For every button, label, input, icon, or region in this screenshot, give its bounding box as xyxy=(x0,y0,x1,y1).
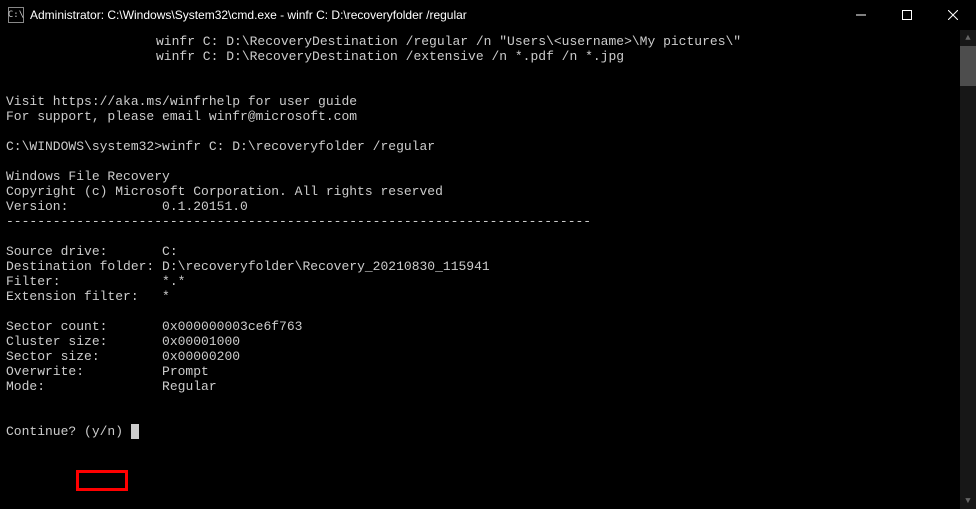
example-line: winfr C: D:\RecoveryDestination /regular… xyxy=(6,34,976,49)
filter-line: Filter: *.* xyxy=(6,274,976,289)
cluster-size-value: 0x00001000 xyxy=(162,334,240,349)
help-line: For support, please email winfr@microsof… xyxy=(6,109,976,124)
blank-line xyxy=(6,394,976,409)
minimize-button[interactable] xyxy=(838,0,884,30)
continue-prompt: Continue? xyxy=(6,424,76,439)
vertical-scrollbar[interactable]: ▲ ▼ xyxy=(960,30,976,509)
scroll-down-button[interactable]: ▼ xyxy=(960,493,976,509)
ext-filter-label: Extension filter: xyxy=(6,289,139,304)
maximize-button[interactable] xyxy=(884,0,930,30)
overwrite-line: Overwrite: Prompt xyxy=(6,364,976,379)
filter-value: *.* xyxy=(162,274,185,289)
terminal-output[interactable]: winfr C: D:\RecoveryDestination /regular… xyxy=(0,30,976,509)
scroll-thumb[interactable] xyxy=(960,46,976,86)
version-value: 0.1.20151.0 xyxy=(162,199,248,214)
version-label: Version: xyxy=(6,199,68,214)
window-controls xyxy=(838,0,976,30)
mode-value: Regular xyxy=(162,379,217,394)
blank-line xyxy=(6,64,976,79)
source-drive-line: Source drive: C: xyxy=(6,244,976,259)
cursor[interactable] xyxy=(131,424,139,439)
sector-count-line: Sector count: 0x000000003ce6f763 xyxy=(6,319,976,334)
sector-size-label: Sector size: xyxy=(6,349,100,364)
version-line: Version: 0.1.20151.0 xyxy=(6,199,976,214)
dest-label: Destination folder: xyxy=(6,259,154,274)
divider-line: ----------------------------------------… xyxy=(6,214,976,229)
app-name: Windows File Recovery xyxy=(6,169,976,184)
mode-label: Mode: xyxy=(6,379,45,394)
prompt-line: C:\WINDOWS\system32>winfr C: D:\recovery… xyxy=(6,139,976,154)
sector-size-line: Sector size: 0x00000200 xyxy=(6,349,976,364)
blank-line xyxy=(6,229,976,244)
sector-count-value: 0x000000003ce6f763 xyxy=(162,319,302,334)
blank-line xyxy=(6,79,976,94)
overwrite-value: Prompt xyxy=(162,364,209,379)
mode-line: Mode: Regular xyxy=(6,379,976,394)
dest-folder-line: Destination folder: D:\recoveryfolder\Re… xyxy=(6,259,976,274)
ext-filter-value: * xyxy=(162,289,170,304)
copyright-line: Copyright (c) Microsoft Corporation. All… xyxy=(6,184,976,199)
sector-size-value: 0x00000200 xyxy=(162,349,240,364)
ext-filter-line: Extension filter: * xyxy=(6,289,976,304)
sector-count-label: Sector count: xyxy=(6,319,107,334)
close-button[interactable] xyxy=(930,0,976,30)
scroll-up-button[interactable]: ▲ xyxy=(960,30,976,46)
source-drive-label: Source drive: xyxy=(6,244,107,259)
cluster-size-line: Cluster size: 0x00001000 xyxy=(6,334,976,349)
help-line: Visit https://aka.ms/winfrhelp for user … xyxy=(6,94,976,109)
continue-options: (y/n) xyxy=(84,424,123,439)
source-drive-value: C: xyxy=(162,244,178,259)
blank-line xyxy=(6,409,976,424)
dest-value: D:\recoveryfolder\Recovery_20210830_1159… xyxy=(162,259,490,274)
blank-line xyxy=(6,154,976,169)
example-line: winfr C: D:\RecoveryDestination /extensi… xyxy=(6,49,976,64)
filter-label: Filter: xyxy=(6,274,61,289)
blank-line xyxy=(6,124,976,139)
cluster-size-label: Cluster size: xyxy=(6,334,107,349)
cmd-icon: C:\ xyxy=(8,7,24,23)
window-title: Administrator: C:\Windows\System32\cmd.e… xyxy=(30,8,838,22)
continue-prompt-line: Continue? (y/n) xyxy=(6,424,976,439)
blank-line xyxy=(6,304,976,319)
overwrite-label: Overwrite: xyxy=(6,364,84,379)
window-title-bar: C:\ Administrator: C:\Windows\System32\c… xyxy=(0,0,976,30)
